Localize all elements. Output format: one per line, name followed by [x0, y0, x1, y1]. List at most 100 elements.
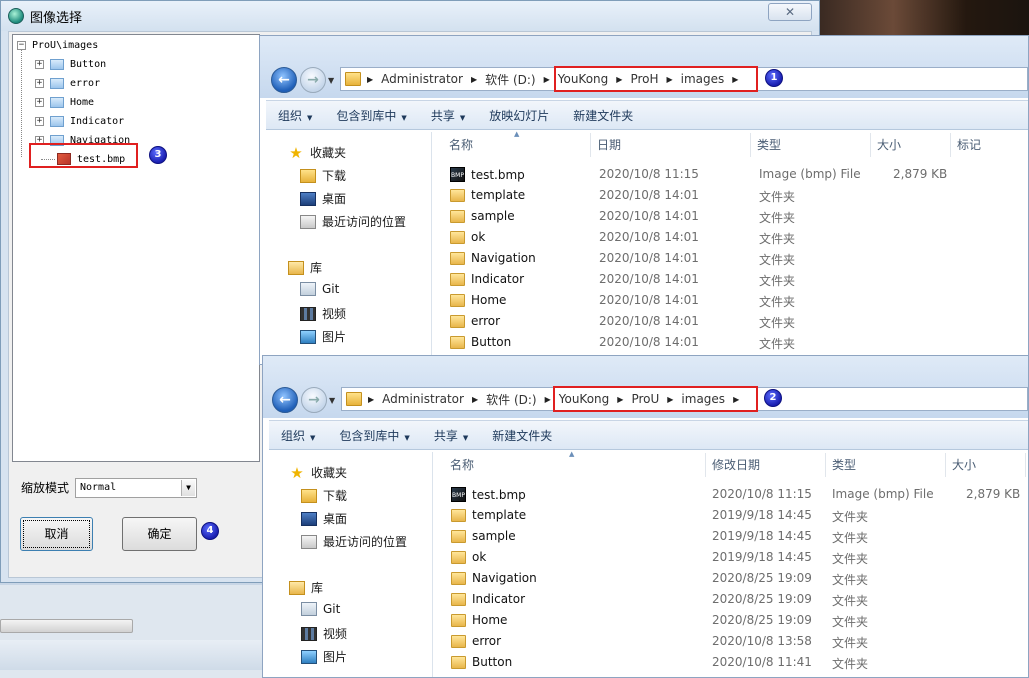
tree-node-label: Home	[70, 96, 95, 108]
file-date: 2020/10/8 14:01	[599, 272, 699, 286]
recent-places-icon	[300, 214, 316, 229]
column-header-tags[interactable]: 标记	[951, 133, 1028, 157]
nav-desktop[interactable]: 桌面	[300, 190, 346, 207]
nav-git[interactable]: Git	[301, 602, 340, 616]
folder-icon	[346, 392, 362, 406]
breadcrumb-separator-icon: ▶	[368, 394, 375, 404]
file-row[interactable]: BMP test.bmp 2020/10/8 11:15 Image (bmp) Fi…	[434, 484, 1028, 505]
file-row[interactable]: error 2020/10/8 14:01 文件夹	[433, 311, 1028, 332]
file-row[interactable]: Home 2020/8/25 19:09 文件夹	[434, 610, 1028, 631]
ok-button[interactable]: 确定	[122, 517, 197, 551]
nav-downloads[interactable]: 下载	[300, 167, 346, 184]
share-menu[interactable]: 共享 ▼	[422, 427, 480, 444]
git-library-icon	[301, 602, 317, 616]
column-header-type[interactable]: 类型	[751, 133, 871, 157]
nav-pictures[interactable]: 图片	[300, 328, 346, 345]
file-name: error	[450, 314, 500, 328]
file-row[interactable]: ok 2020/10/8 14:01 文件夹	[433, 227, 1028, 248]
column-header-modified[interactable]: 修改日期	[706, 453, 826, 477]
close-button[interactable]: ✕	[768, 3, 812, 21]
breadcrumb-administrator[interactable]: Administrator	[381, 72, 463, 86]
forward-button[interactable]: →	[301, 387, 327, 413]
tree-node-button[interactable]: + Button	[35, 56, 106, 72]
zoom-mode-select[interactable]: Normal ▼	[75, 478, 197, 498]
column-header-size[interactable]: 大小	[871, 133, 951, 157]
file-type: 文件夹	[832, 510, 869, 524]
breadcrumb-drive[interactable]: 软件 (D:)	[485, 71, 535, 88]
expand-icon[interactable]: +	[35, 116, 44, 126]
video-library-icon	[301, 626, 317, 641]
nav-pictures[interactable]: 图片	[301, 648, 347, 665]
nav-recent-places[interactable]: 最近访问的位置	[300, 213, 406, 230]
expand-icon[interactable]: +	[35, 78, 44, 88]
image-tree: − ProU\images + Button + error + Home +	[12, 34, 260, 462]
organize-menu[interactable]: 组织 ▼	[266, 107, 324, 124]
breadcrumb-separator-icon: ▶	[367, 74, 374, 84]
column-header-type[interactable]: 类型	[826, 453, 946, 477]
column-header-date[interactable]: 日期	[591, 133, 751, 157]
share-menu[interactable]: 共享 ▼	[419, 107, 477, 124]
file-type: 文件夹	[759, 211, 796, 225]
collapse-icon[interactable]: −	[17, 40, 26, 50]
chevron-down-icon[interactable]: ▼	[181, 480, 195, 496]
nav-favorites[interactable]: ★ 收藏夹	[289, 464, 347, 481]
nav-git[interactable]: Git	[300, 282, 339, 296]
include-in-library-menu[interactable]: 包含到库中 ▼	[324, 107, 418, 124]
column-header-name[interactable]: 名称	[444, 453, 706, 477]
tree-node-label: ProU\images	[32, 39, 99, 51]
file-row[interactable]: sample 2020/10/8 14:01 文件夹	[433, 206, 1028, 227]
file-row[interactable]: Navigation 2020/10/8 14:01 文件夹	[433, 248, 1028, 269]
file-type: 文件夹	[759, 316, 796, 330]
new-folder-button[interactable]: 新建文件夹	[480, 427, 564, 444]
library-icon	[289, 580, 305, 595]
file-row[interactable]: Button 2020/10/8 14:01 文件夹	[433, 332, 1028, 353]
background-photo	[820, 0, 1029, 40]
badge-1: 1	[765, 69, 783, 87]
nav-desktop[interactable]: 桌面	[301, 510, 347, 527]
back-button[interactable]: ←	[271, 67, 297, 93]
expand-icon[interactable]: +	[35, 97, 44, 107]
badge-3: 3	[149, 146, 167, 164]
recent-pages-chevron-icon[interactable]: ▼	[328, 76, 334, 85]
back-button[interactable]: ←	[272, 387, 298, 413]
nav-downloads[interactable]: 下载	[301, 487, 347, 504]
file-row[interactable]: error 2020/10/8 13:58 文件夹	[434, 631, 1028, 652]
include-in-library-menu[interactable]: 包含到库中 ▼	[327, 427, 421, 444]
folder-icon	[450, 188, 465, 202]
file-row[interactable]: Button 2020/10/8 11:41 文件夹	[434, 652, 1028, 673]
expand-icon[interactable]: +	[35, 59, 44, 69]
file-row[interactable]: sample 2019/9/18 14:45 文件夹	[434, 526, 1028, 547]
file-row[interactable]: BMP test.bmp 2020/10/8 11:15 Image (bmp) Fi…	[433, 164, 1028, 185]
slideshow-button[interactable]: 放映幻灯片	[477, 107, 561, 124]
nav-videos[interactable]: 视频	[301, 625, 347, 642]
tree-node-root[interactable]: − ProU\images	[17, 37, 98, 53]
file-date: 2020/10/8 14:01	[599, 251, 699, 265]
sort-ascending-icon: ▲	[514, 130, 520, 138]
nav-recent-places[interactable]: 最近访问的位置	[301, 533, 407, 550]
breadcrumb-drive[interactable]: 软件 (D:)	[486, 391, 536, 408]
file-row[interactable]: Home 2020/10/8 14:01 文件夹	[433, 290, 1028, 311]
tree-node-home[interactable]: + Home	[35, 94, 94, 110]
file-row[interactable]: template 2020/10/8 14:01 文件夹	[433, 185, 1028, 206]
nav-videos[interactable]: 视频	[300, 305, 346, 322]
file-date: 2020/10/8 11:15	[712, 487, 812, 501]
breadcrumb-administrator[interactable]: Administrator	[382, 392, 464, 406]
file-date: 2020/10/8 14:01	[599, 314, 699, 328]
column-header-size[interactable]: 大小	[946, 453, 1026, 477]
file-row[interactable]: Indicator 2020/10/8 14:01 文件夹	[433, 269, 1028, 290]
forward-button[interactable]: →	[300, 67, 326, 93]
file-row[interactable]: Navigation 2020/8/25 19:09 文件夹	[434, 568, 1028, 589]
new-folder-button[interactable]: 新建文件夹	[561, 107, 645, 124]
nav-favorites[interactable]: ★ 收藏夹	[288, 144, 346, 161]
file-row[interactable]: Indicator 2020/8/25 19:09 文件夹	[434, 589, 1028, 610]
recent-pages-chevron-icon[interactable]: ▼	[329, 396, 335, 405]
tree-node-indicator[interactable]: + Indicator	[35, 113, 124, 129]
nav-libraries[interactable]: 库	[289, 579, 323, 596]
organize-menu[interactable]: 组织 ▼	[269, 427, 327, 444]
cancel-button[interactable]: 取消	[20, 517, 93, 551]
close-icon: ✕	[784, 5, 796, 19]
file-row[interactable]: ok 2019/9/18 14:45 文件夹	[434, 547, 1028, 568]
nav-libraries[interactable]: 库	[288, 259, 322, 276]
file-row[interactable]: template 2019/9/18 14:45 文件夹	[434, 505, 1028, 526]
tree-node-error[interactable]: + error	[35, 75, 100, 91]
